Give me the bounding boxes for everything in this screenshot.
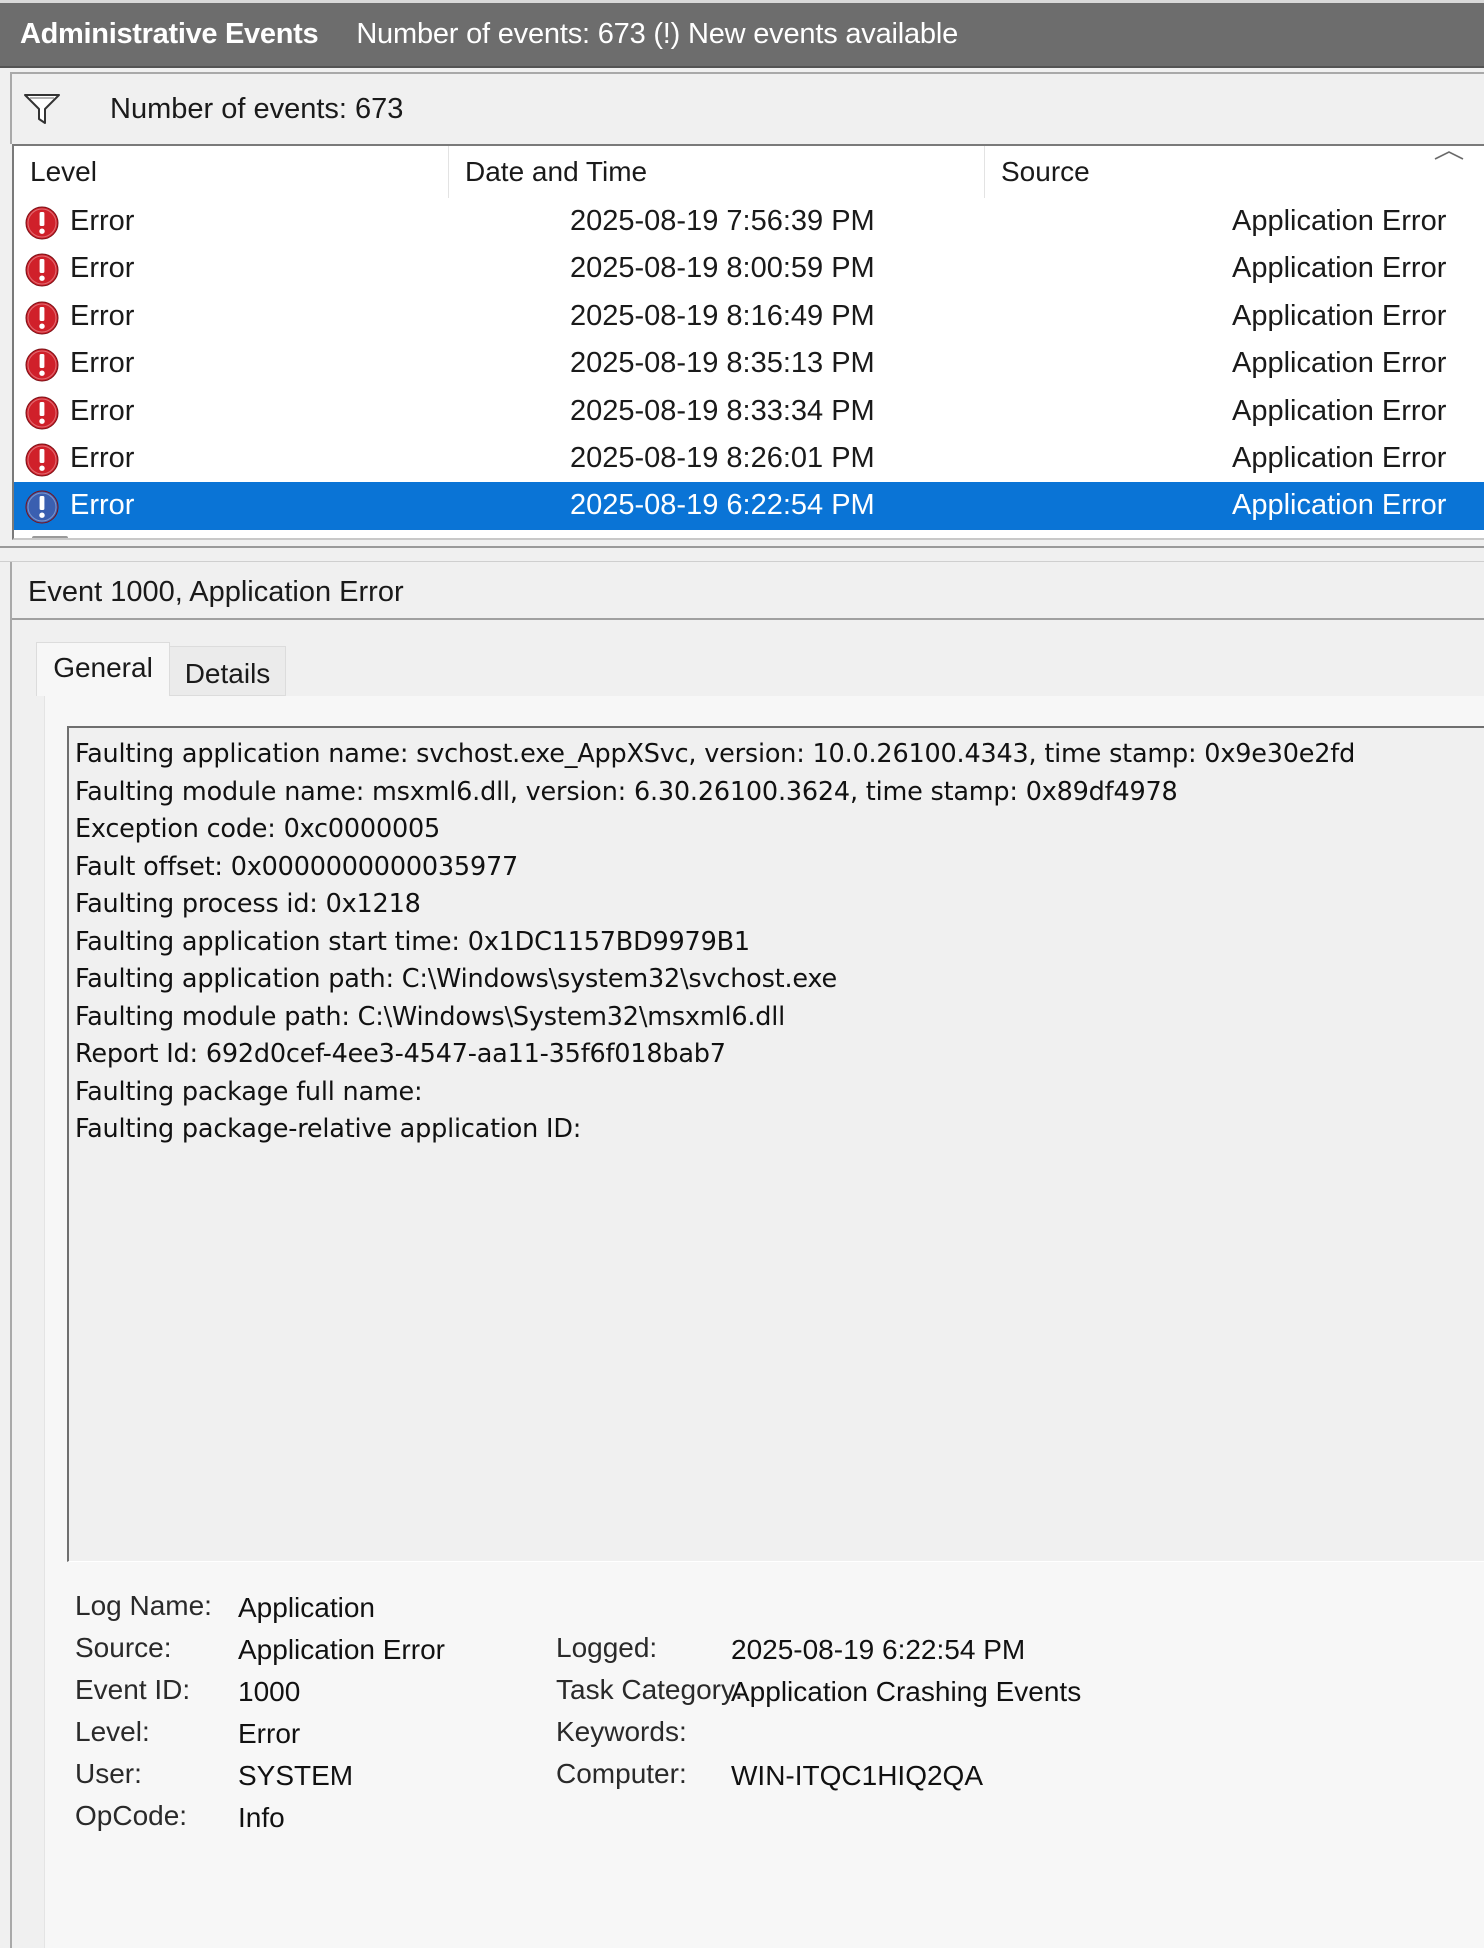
event-detail-title: Event 1000, Application Error — [28, 576, 404, 608]
table-row[interactable]: Error 2025-08-19 8:35:13 PM Application Er… — [14, 340, 1484, 387]
computer-value[interactable]: WIN-ITQC1HIQ2QA — [731, 1756, 983, 1796]
description-line: Faulting application path: C:\Windows\sy… — [75, 964, 837, 994]
row-date-time: 2025-08-19 8:16:49 PM — [570, 299, 875, 332]
task-category-value[interactable]: Application Crashing Events — [731, 1672, 1081, 1712]
events-table[interactable]: Level Date and Time Source Error 2025-08-… — [12, 144, 1484, 540]
keywords-label: Keywords: — [556, 1716, 687, 1747]
error-exclamation-icon — [25, 348, 59, 382]
column-header-source[interactable]: Source — [984, 146, 1484, 198]
row-date-time: 2025-08-19 8:26:01 PM — [570, 441, 875, 474]
computer-label: Computer: — [556, 1758, 687, 1789]
row-source: Application Error — [1232, 441, 1447, 474]
row-source: Application Error — [1232, 252, 1447, 285]
tab-general[interactable]: General — [36, 642, 170, 696]
filter-bar: Number of events: 673 — [10, 72, 1484, 144]
panel-titlebar: Administrative Events Number of events: … — [0, 0, 1484, 68]
logged-label: Logged: — [556, 1632, 658, 1663]
panel-title: Administrative Events — [20, 18, 319, 50]
description-line: Fault offset: 0x0000000000035977 — [75, 851, 519, 882]
column-header-date-time[interactable]: Date and Time — [448, 146, 984, 198]
column-header-level[interactable]: Level — [14, 146, 448, 198]
row-level: Error — [70, 252, 135, 285]
source-label: Source: — [75, 1632, 172, 1663]
table-row[interactable]: Error 2025-08-19 8:26:01 PM Application Er… — [14, 435, 1484, 482]
source-value[interactable]: Application Error — [238, 1630, 445, 1670]
row-date-time: 2025-08-19 8:00:59 PM — [570, 252, 875, 285]
log-name-value[interactable]: Application — [238, 1588, 375, 1628]
row-level: Error — [70, 205, 135, 237]
row-date-time: 2025-08-19 6:22:54 PM — [570, 489, 875, 522]
row-date-time: 2025-08-19 8:33:34 PM — [570, 394, 875, 427]
logged-value[interactable]: 2025-08-19 6:22:54 PM — [731, 1630, 1025, 1670]
row-level: Error — [70, 347, 135, 380]
row-source: Application Error — [1232, 347, 1447, 380]
error-exclamation-icon — [25, 206, 59, 240]
filtered-event-count: Number of events: 673 — [110, 92, 404, 125]
log-name-label: Log Name: — [75, 1590, 212, 1621]
event-detail-panel: Event 1000, Application Error General De… — [10, 562, 1484, 1948]
error-exclamation-icon — [25, 490, 59, 524]
opcode-label: OpCode: — [75, 1800, 188, 1831]
error-exclamation-icon — [25, 443, 59, 477]
user-value[interactable]: SYSTEM — [238, 1756, 353, 1796]
table-row[interactable]: Error 2025-08-19 8:00:59 PM Application Er… — [14, 245, 1484, 292]
opcode-value[interactable]: Info — [238, 1798, 285, 1838]
description-line: Faulting package-relative application ID… — [75, 1114, 582, 1144]
description-line: Faulting module name: msxml6.dll, versio… — [75, 776, 1178, 807]
row-source: Application Error — [1232, 394, 1447, 427]
pane-splitter[interactable] — [0, 546, 1484, 562]
row-source: Application Error — [1232, 205, 1447, 237]
description-line: Exception code: 0xc0000005 — [75, 814, 441, 844]
row-date-time: 2025-08-19 8:35:13 PM — [570, 347, 875, 380]
description-line: Faulting application name: svchost.exe_A… — [75, 739, 1356, 769]
error-exclamation-icon — [25, 301, 59, 335]
table-body: Error 2025-08-19 7:56:39 PM Application Er… — [14, 198, 1484, 530]
tab-details[interactable]: Details — [170, 646, 286, 696]
divider — [12, 618, 1484, 620]
event-count-status[interactable]: Number of events: 673 (!) New events ava… — [356, 18, 958, 51]
user-label: User: — [75, 1758, 142, 1789]
event-id-value[interactable]: 1000 — [238, 1672, 300, 1712]
level-value[interactable]: Error — [238, 1714, 300, 1754]
row-date-time: 2025-08-19 7:56:39 PM — [570, 205, 875, 237]
description-line: Report Id: 692d0cef-4ee3-4547-aa11-35f6f… — [75, 1039, 726, 1069]
filter-funnel-icon[interactable] — [22, 91, 62, 127]
sort-caret-up-icon — [1434, 151, 1464, 160]
row-level: Error — [70, 441, 135, 474]
table-row[interactable]: Error 2025-08-19 8:33:34 PM Application Er… — [14, 388, 1484, 435]
table-row[interactable]: Error 2025-08-19 7:56:39 PM Application Er… — [14, 198, 1484, 245]
general-tab-page: Faulting application name: svchost.exe_A… — [44, 696, 1484, 1948]
row-level: Error — [70, 489, 135, 522]
row-level: Error — [70, 299, 135, 332]
table-row[interactable]: Error 2025-08-19 8:16:49 PM Application Er… — [14, 293, 1484, 340]
error-exclamation-icon — [25, 253, 59, 287]
description-line: Faulting process id: 0x1218 — [75, 889, 421, 919]
event-id-label: Event ID: — [75, 1674, 191, 1705]
event-description-textbox[interactable]: Faulting application name: svchost.exe_A… — [67, 726, 1484, 1562]
partial-row-icon — [32, 536, 68, 538]
event-properties: Log Name: Application Source: Applicatio… — [45, 1576, 1484, 1948]
error-exclamation-icon — [25, 396, 59, 430]
table-header: Level Date and Time Source — [14, 146, 1484, 198]
description-line: Faulting application start time: 0x1DC11… — [75, 926, 750, 957]
row-level: Error — [70, 394, 135, 427]
description-line: Faulting package full name: — [75, 1076, 423, 1107]
row-source: Application Error — [1232, 489, 1447, 522]
row-source: Application Error — [1232, 299, 1447, 332]
level-label: Level: — [75, 1716, 150, 1747]
description-line: Faulting module path: C:\Windows\System3… — [75, 1001, 786, 1032]
task-category-label: Task Category: — [556, 1674, 743, 1705]
table-row[interactable]: Error 2025-08-19 6:22:54 PM Application Er… — [14, 482, 1484, 530]
